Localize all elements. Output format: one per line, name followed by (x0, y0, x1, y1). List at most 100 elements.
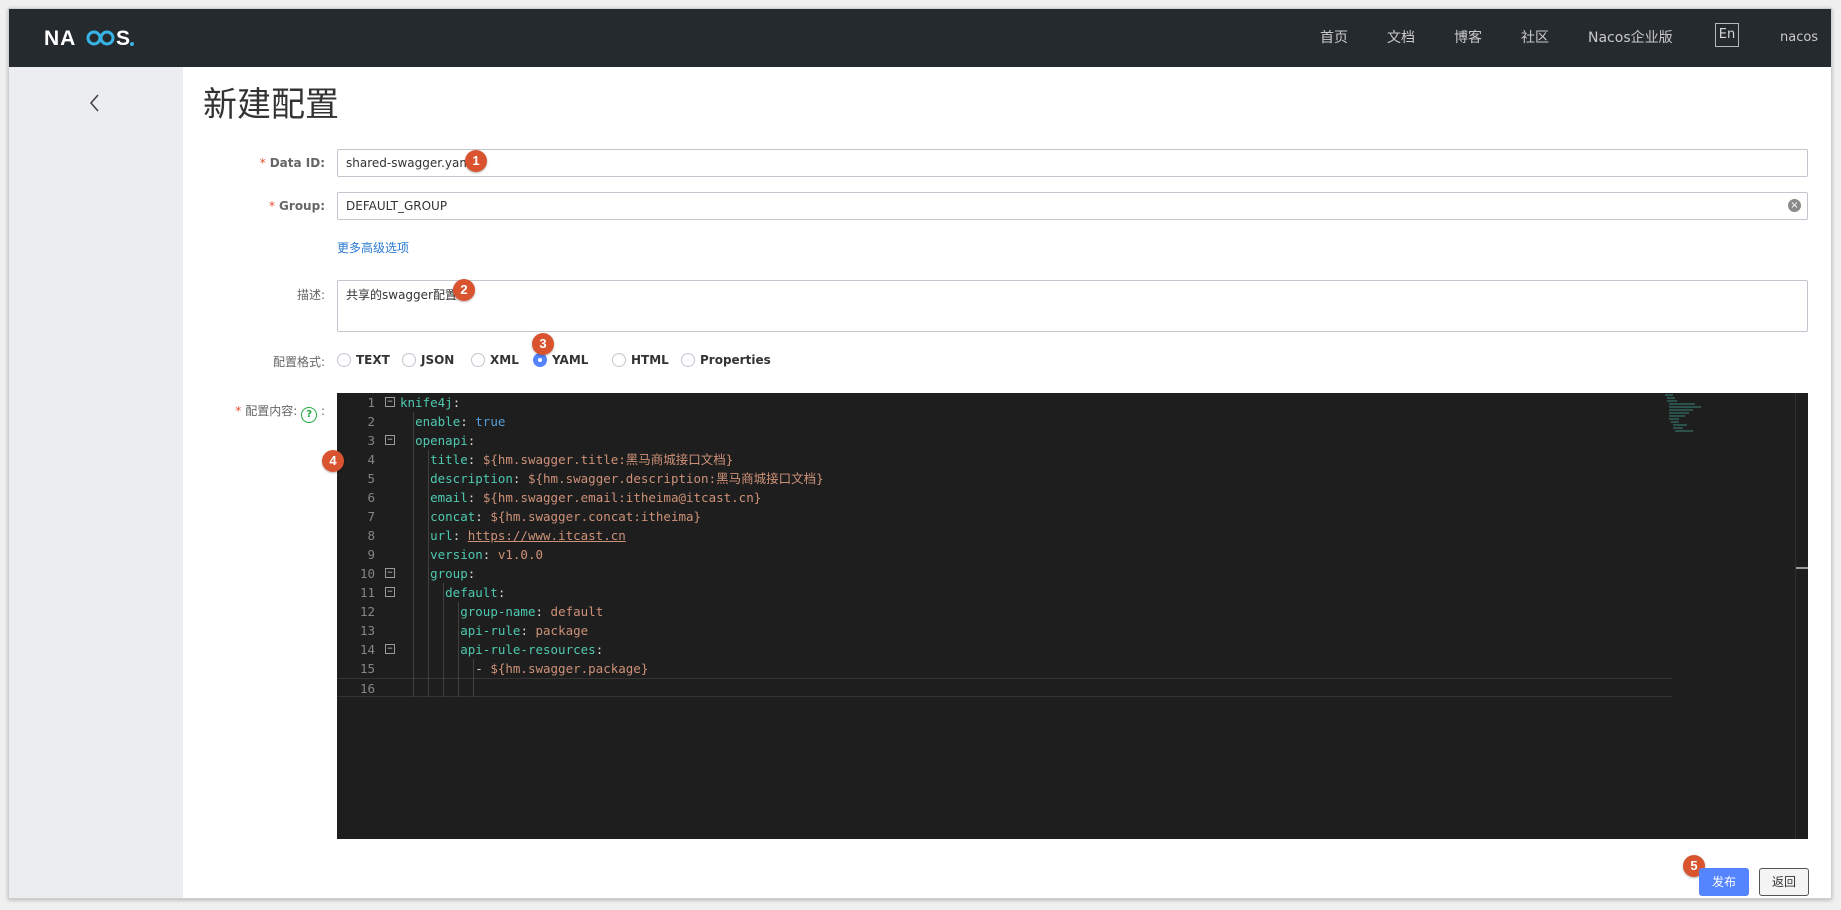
code-line[interactable]: 15 - ${hm.swagger.package} (337, 659, 1672, 678)
code-line[interactable]: 12 group-name: default (337, 602, 1672, 621)
code-token: default (550, 604, 604, 619)
code-line[interactable]: 5 description: ${hm.swagger.description:… (337, 469, 1672, 488)
fold-toggle-icon[interactable]: − (385, 587, 395, 597)
code-line[interactable]: 2 enable: true (337, 412, 1672, 431)
code-line[interactable]: 4 title: ${hm.swagger.title:黑马商城接口文档} (337, 450, 1672, 469)
data-id-value: shared-swagger.yaml (346, 156, 475, 170)
fold-toggle-icon[interactable]: − (385, 397, 395, 407)
group-label-text: Group: (279, 199, 325, 213)
indent-guide (413, 412, 414, 697)
help-icon[interactable]: ? (301, 407, 318, 423)
code-line[interactable]: 8 url: https://www.itcast.cn (337, 526, 1672, 545)
radio-circle[interactable] (533, 353, 547, 367)
line-number: 14 (359, 642, 375, 657)
code-line[interactable]: 16 (337, 678, 1672, 697)
code-token: ${hm.swagger.package} (490, 661, 649, 676)
language-toggle[interactable]: En (1715, 23, 1739, 47)
line-number: 16 (359, 681, 375, 696)
format-radio-json[interactable]: JSON (402, 351, 454, 369)
radio-circle[interactable] (471, 353, 485, 367)
step-badge-3: 3 (532, 333, 554, 355)
code-token: : (535, 604, 551, 619)
code-token: url (430, 528, 453, 543)
description-textarea[interactable]: 共享的swagger配置 (337, 280, 1808, 332)
line-number: 8 (367, 528, 375, 543)
code-token: openapi (415, 433, 468, 448)
code-line[interactable]: 6 email: ${hm.swagger.email:itheima@itca… (337, 488, 1672, 507)
step-badge-1: 1 (465, 150, 487, 172)
code-line[interactable]: 11− default: (337, 583, 1672, 602)
radio-circle[interactable] (402, 353, 416, 367)
code-token: : (452, 395, 461, 410)
nav-home[interactable]: 首页 (1320, 9, 1348, 67)
code-line[interactable]: 7 concat: ${hm.swagger.concat:itheima} (337, 507, 1672, 526)
required-mark: * (269, 199, 276, 213)
code-text: - ${hm.swagger.package} (400, 659, 648, 678)
code-line[interactable]: 10− group: (337, 564, 1672, 583)
code-token: true (475, 414, 506, 429)
code-text: version: v1.0.0 (400, 545, 543, 564)
radio-circle[interactable] (612, 353, 626, 367)
format-radio-properties[interactable]: Properties (681, 351, 771, 369)
step-badge-2: 2 (453, 279, 475, 301)
chevron-left-icon[interactable] (85, 91, 105, 115)
user-menu[interactable]: nacos (1780, 9, 1818, 67)
code-token: ${hm.swagger.email:itheima@itcast.cn} (482, 490, 762, 505)
code-line[interactable]: 1− knife4j: (337, 393, 1672, 412)
editor-scrollbar[interactable] (1795, 393, 1796, 839)
scrollbar-position-marker (1796, 567, 1808, 569)
content-label: * 配置内容: ? : (125, 402, 325, 423)
sidebar (9, 67, 183, 898)
code-line[interactable]: 9 version: v1.0.0 (337, 545, 1672, 564)
line-number: 3 (367, 433, 375, 448)
description-value: 共享的swagger配置 (346, 288, 457, 302)
line-number: 5 (367, 471, 375, 486)
code-token: group-name (460, 604, 536, 619)
radio-circle[interactable] (337, 353, 351, 367)
code-text: group-name: default (400, 602, 603, 621)
nav-blog[interactable]: 博客 (1454, 9, 1482, 67)
format-radio-text[interactable]: TEXT (337, 351, 390, 369)
code-token: enable (415, 414, 461, 429)
data-id-input[interactable]: shared-swagger.yaml (337, 149, 1808, 177)
radio-label: HTML (631, 353, 669, 367)
format-radio-xml[interactable]: XML (471, 351, 519, 369)
nav-docs[interactable]: 文档 (1387, 9, 1415, 67)
line-number: 13 (359, 623, 375, 638)
advanced-options-link[interactable]: 更多高级选项 (337, 239, 409, 256)
code-token: https://www.itcast.cn (467, 528, 626, 543)
page-title: 新建配置 (203, 85, 339, 125)
code-token: : (520, 623, 536, 638)
code-token: : (460, 414, 476, 429)
back-button[interactable]: 返回 (1759, 868, 1809, 896)
radio-circle[interactable] (681, 353, 695, 367)
code-token: description (430, 471, 513, 486)
clear-icon[interactable]: × (1788, 199, 1801, 212)
code-token: ${hm.swagger.description:黑马商城接口文档} (527, 471, 824, 486)
editor-minimap[interactable] (1665, 393, 1735, 433)
radio-label: TEXT (356, 353, 390, 367)
nav-enterprise[interactable]: Nacos企业版 (1588, 9, 1673, 67)
fold-toggle-icon[interactable]: − (385, 644, 395, 654)
publish-button[interactable]: 发布 (1699, 868, 1749, 896)
format-radio-html[interactable]: HTML (612, 351, 669, 369)
nav-community[interactable]: 社区 (1521, 9, 1549, 67)
format-label-text: 配置格式: (272, 355, 325, 369)
fold-toggle-icon[interactable]: − (385, 435, 395, 445)
code-editor[interactable]: 1− knife4j: 2 enable: true 3− openapi: 4 tit… (337, 393, 1808, 839)
code-token: knife4j (400, 395, 453, 410)
required-mark: * (235, 404, 242, 418)
group-input[interactable]: DEFAULT_GROUP × (337, 192, 1808, 220)
fold-toggle-icon[interactable]: − (385, 568, 395, 578)
code-line[interactable]: 3− openapi: (337, 431, 1672, 450)
code-text: knife4j: (400, 393, 460, 412)
code-line[interactable]: 13 api-rule: package (337, 621, 1672, 640)
nacos-logo[interactable]: NA S (44, 23, 174, 53)
code-line[interactable]: 14− api-rule-resources: (337, 640, 1672, 659)
